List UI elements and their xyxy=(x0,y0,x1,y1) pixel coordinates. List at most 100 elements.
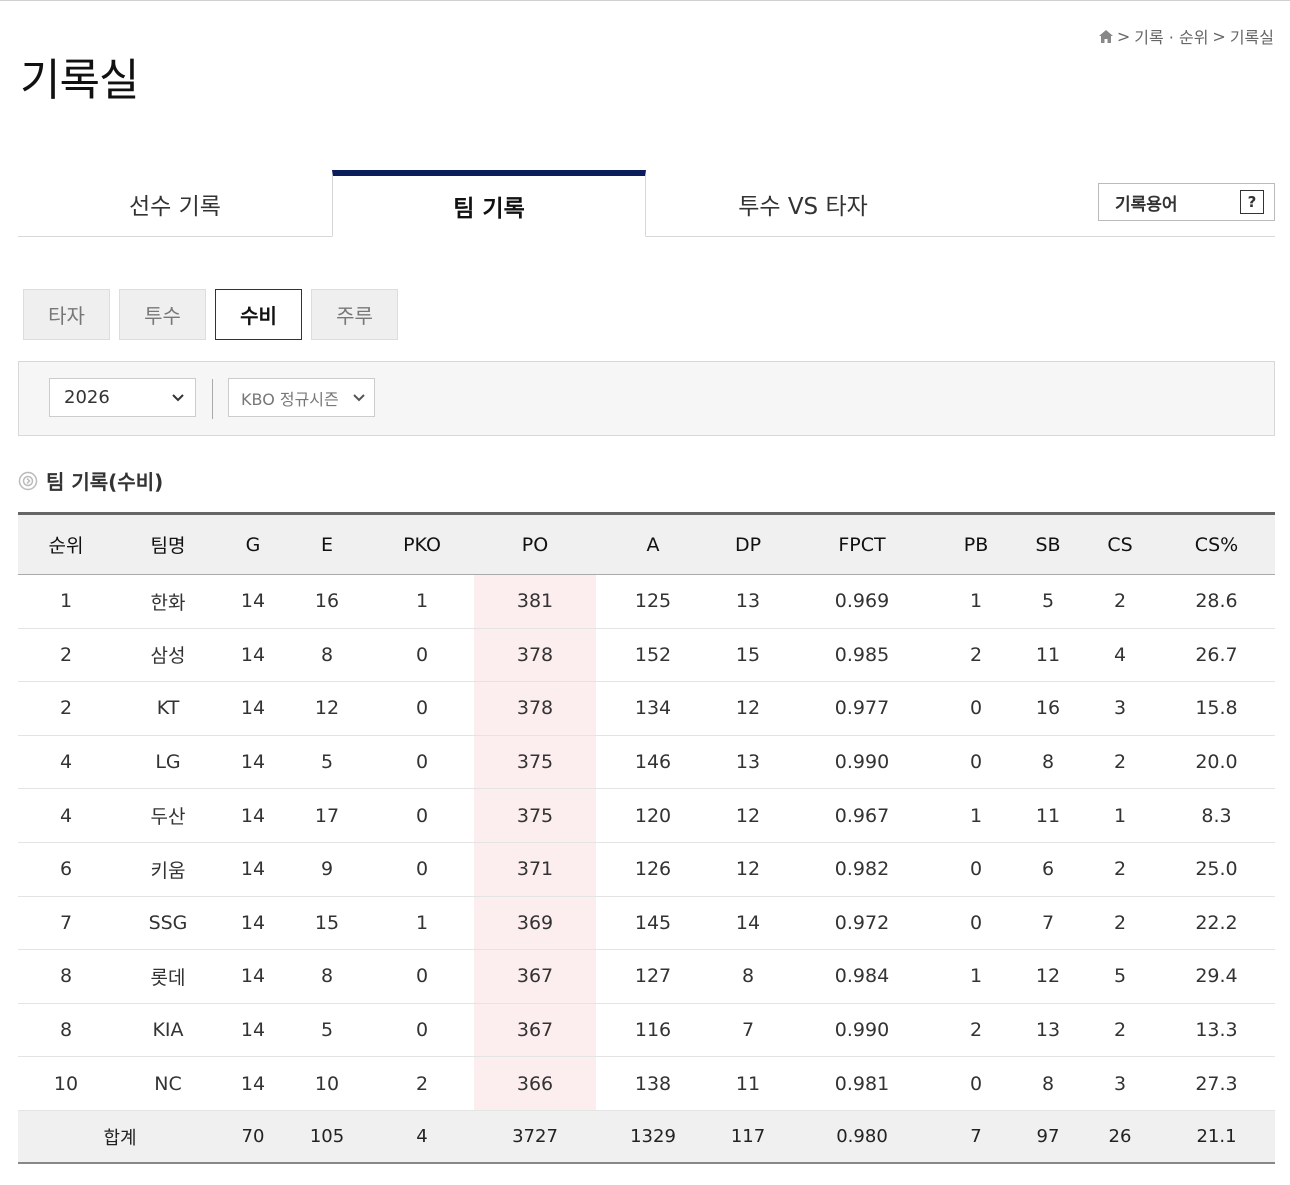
section-title: 팀 기록(수비) xyxy=(18,466,163,495)
tab-pitcher-vs-batter[interactable]: 투수 VS 타자 xyxy=(646,170,960,237)
circle-arrow-icon xyxy=(18,471,38,490)
total-cell: 117 xyxy=(730,1126,766,1148)
table-cell: 127 xyxy=(634,965,672,988)
column-header[interactable]: FPCT xyxy=(786,514,938,575)
total-cell: 0.980 xyxy=(836,1126,888,1148)
column-header[interactable]: SB xyxy=(1014,514,1082,575)
table-cell: 16 xyxy=(1035,697,1061,720)
table-cell: 삼성 xyxy=(150,645,186,668)
help-icon: ? xyxy=(1240,190,1264,214)
table-cell: 1 xyxy=(969,804,983,827)
column-header[interactable]: 순위 xyxy=(18,514,114,575)
table-cell: 7 xyxy=(1041,911,1055,934)
total-cell: 4 xyxy=(416,1126,428,1148)
table-cell: KT xyxy=(156,697,180,720)
section-title-text: 팀 기록(수비) xyxy=(46,470,164,494)
table-cell: 125 xyxy=(634,590,672,613)
table-cell: 146 xyxy=(634,751,672,774)
table-cell: 0.982 xyxy=(834,858,890,881)
breadcrumb: > 기록 · 순위 > 기록실 xyxy=(1098,24,1274,48)
table-cell: 2 xyxy=(969,1019,983,1042)
subtab-baserunning[interactable]: 주루 xyxy=(311,289,398,340)
column-header[interactable]: PB xyxy=(938,514,1014,575)
table-cell: 0 xyxy=(969,697,983,720)
series-select[interactable]: KBO 정규시즌 xyxy=(228,378,375,417)
table-cell: 378 xyxy=(474,628,596,682)
table-cell: 14 xyxy=(240,697,266,720)
column-header[interactable]: G xyxy=(222,514,284,575)
table-cell: 126 xyxy=(634,858,672,881)
table-cell: 375 xyxy=(474,788,596,843)
column-header[interactable]: CS% xyxy=(1158,514,1275,575)
table-cell: 12 xyxy=(1035,965,1061,988)
year-select[interactable]: 2026 xyxy=(49,378,196,417)
column-header[interactable]: A xyxy=(596,514,710,575)
total-cell: 97 xyxy=(1036,1126,1060,1148)
home-icon[interactable] xyxy=(1098,29,1113,43)
table-cell: 17 xyxy=(314,804,340,827)
table-cell: 0 xyxy=(415,751,429,774)
table-cell: 0 xyxy=(415,1019,429,1042)
column-header[interactable]: DP xyxy=(710,514,786,575)
table-cell: 14 xyxy=(240,1072,266,1095)
table-cell: 0.977 xyxy=(834,697,890,720)
table-cell: 11 xyxy=(735,1072,761,1095)
subtab-fielding[interactable]: 수비 xyxy=(215,289,302,340)
breadcrumb-separator: > xyxy=(1212,26,1226,46)
table-cell: 0.972 xyxy=(834,911,890,934)
table-cell: 16 xyxy=(314,590,340,613)
table-cell: 8 xyxy=(741,965,755,988)
main-tabs: 선수 기록 팀 기록 투수 VS 타자 xyxy=(18,170,1275,237)
chevron-down-icon xyxy=(353,393,365,401)
table-cell: 5 xyxy=(320,751,334,774)
column-header[interactable]: PO xyxy=(474,514,596,575)
chevron-down-icon xyxy=(172,393,184,401)
column-header[interactable]: CS xyxy=(1082,514,1158,575)
column-header[interactable]: E xyxy=(284,514,370,575)
table-cell: 11 xyxy=(1035,643,1061,666)
table-cell: 4 xyxy=(59,804,73,827)
table-cell: 29.4 xyxy=(1195,965,1238,988)
table-cell: 3 xyxy=(1113,1072,1127,1095)
table-cell: 1 xyxy=(59,590,73,613)
table-cell: 14 xyxy=(240,1019,266,1042)
table-cell: 3 xyxy=(1113,697,1127,720)
table-row: 10 NC 14 10 2 366 138 11 0.981 0 8 3 27.3 xyxy=(18,1056,1275,1111)
table-cell: 138 xyxy=(634,1072,672,1095)
table-cell: 롯데 xyxy=(150,966,186,989)
breadcrumb-item-record-room[interactable]: 기록실 xyxy=(1230,24,1274,48)
subtab-batting[interactable]: 타자 xyxy=(23,289,110,340)
table-cell: KIA xyxy=(152,1019,184,1042)
table-cell: 2 xyxy=(59,697,73,720)
table-cell: 두산 xyxy=(150,806,186,829)
year-select-value: 2026 xyxy=(64,387,110,408)
total-cell: 7 xyxy=(970,1126,982,1148)
tab-player-records[interactable]: 선수 기록 xyxy=(18,170,332,237)
breadcrumb-separator: > xyxy=(1116,26,1131,46)
glossary-button[interactable]: 기록용어 ? xyxy=(1098,183,1275,221)
breadcrumb-item-records-standings[interactable]: 기록 · 순위 xyxy=(1134,24,1208,48)
tab-team-records[interactable]: 팀 기록 xyxy=(332,170,646,237)
table-cell: 15 xyxy=(314,911,340,934)
table-cell: 152 xyxy=(634,643,672,666)
table-cell: 0 xyxy=(415,965,429,988)
table-cell: 27.3 xyxy=(1195,1072,1238,1095)
table-total-row: 합계 70 105 4 3727 1329 117 0.980 7 97 26 21.1 xyxy=(18,1110,1275,1164)
table-cell: 13 xyxy=(735,590,761,613)
column-header[interactable]: PKO xyxy=(370,514,474,575)
total-cell: 70 xyxy=(241,1126,265,1148)
table-cell: 5 xyxy=(1113,965,1127,988)
table-cell: 8 xyxy=(59,965,73,988)
table-cell: SSG xyxy=(148,911,188,934)
table-cell: 369 xyxy=(474,896,596,950)
table-cell: 1 xyxy=(415,590,429,613)
table-header-row: 순위 팀명 G E PKO PO A DP FPCT PB SB CS CS% xyxy=(18,513,1275,575)
column-header[interactable]: 팀명 xyxy=(114,514,222,575)
top-border xyxy=(0,0,1290,1)
series-select-value: KBO 정규시즌 xyxy=(241,389,339,409)
table-cell: 2 xyxy=(1113,911,1127,934)
table-row: 8 KIA 14 5 0 367 116 7 0.990 2 13 2 13.3 xyxy=(18,1003,1275,1057)
table-cell: 14 xyxy=(240,804,266,827)
subtab-pitching[interactable]: 투수 xyxy=(119,289,206,340)
table-cell: 14 xyxy=(240,751,266,774)
